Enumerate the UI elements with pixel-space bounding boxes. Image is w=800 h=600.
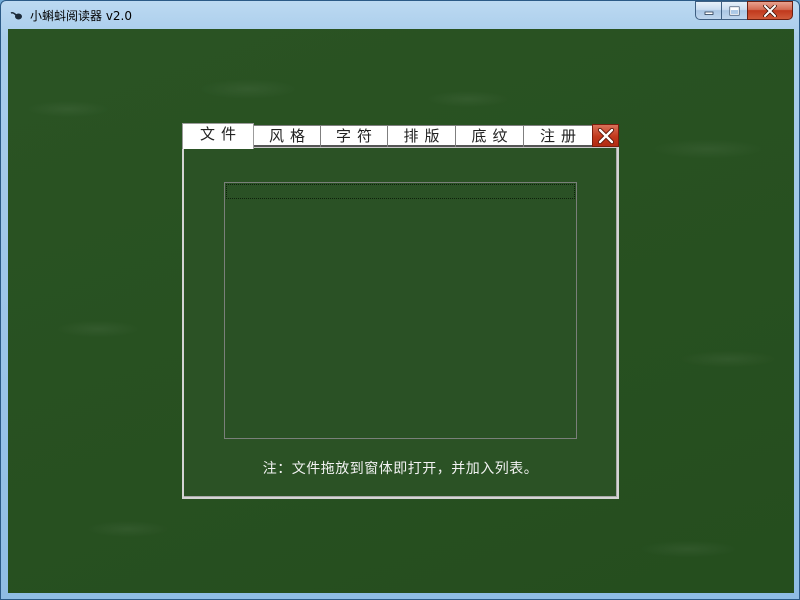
- tadpole-icon: [10, 11, 22, 20]
- client-area: 文件 风格 字符 排版 底纹 注册 注：文件拖放到窗体即打开，并加入列表。: [8, 29, 794, 593]
- close-icon: [597, 127, 614, 144]
- minimize-button[interactable]: [695, 1, 721, 20]
- window-title: 小蝌蚪阅读器 v2.0: [30, 9, 133, 23]
- maximize-icon: [729, 6, 740, 15]
- tab-strip: 文件 风格 字符 排版 底纹 注册: [182, 123, 619, 149]
- list-focus-row[interactable]: [226, 184, 575, 199]
- close-icon: [763, 4, 777, 17]
- app-window: 小蝌蚪阅读器 v2.0 文件 风格 字符 排版 底纹 注册 注：文件拖放到窗体即…: [0, 0, 800, 600]
- panel-close-button[interactable]: [592, 124, 619, 147]
- minimize-icon: [704, 11, 713, 15]
- file-tab-content: 注：文件拖放到窗体即打开，并加入列表。: [182, 147, 619, 499]
- title-bar[interactable]: 小蝌蚪阅读器 v2.0: [1, 1, 799, 29]
- tab-texture[interactable]: 底纹: [455, 125, 524, 147]
- tab-layout[interactable]: 排版: [387, 125, 456, 147]
- tab-file[interactable]: 文件: [182, 123, 254, 149]
- tab-style[interactable]: 风格: [253, 125, 321, 147]
- file-list[interactable]: [224, 182, 577, 439]
- caption-buttons: [695, 1, 793, 20]
- drag-drop-hint: 注：文件拖放到窗体即打开，并加入列表。: [262, 461, 539, 477]
- tab-register[interactable]: 注册: [523, 125, 593, 147]
- tab-characters[interactable]: 字符: [320, 125, 388, 147]
- settings-panel: 文件 风格 字符 排版 底纹 注册 注：文件拖放到窗体即打开，并加入列表。: [182, 123, 619, 499]
- maximize-button[interactable]: [721, 1, 747, 20]
- window-close-button[interactable]: [747, 1, 793, 20]
